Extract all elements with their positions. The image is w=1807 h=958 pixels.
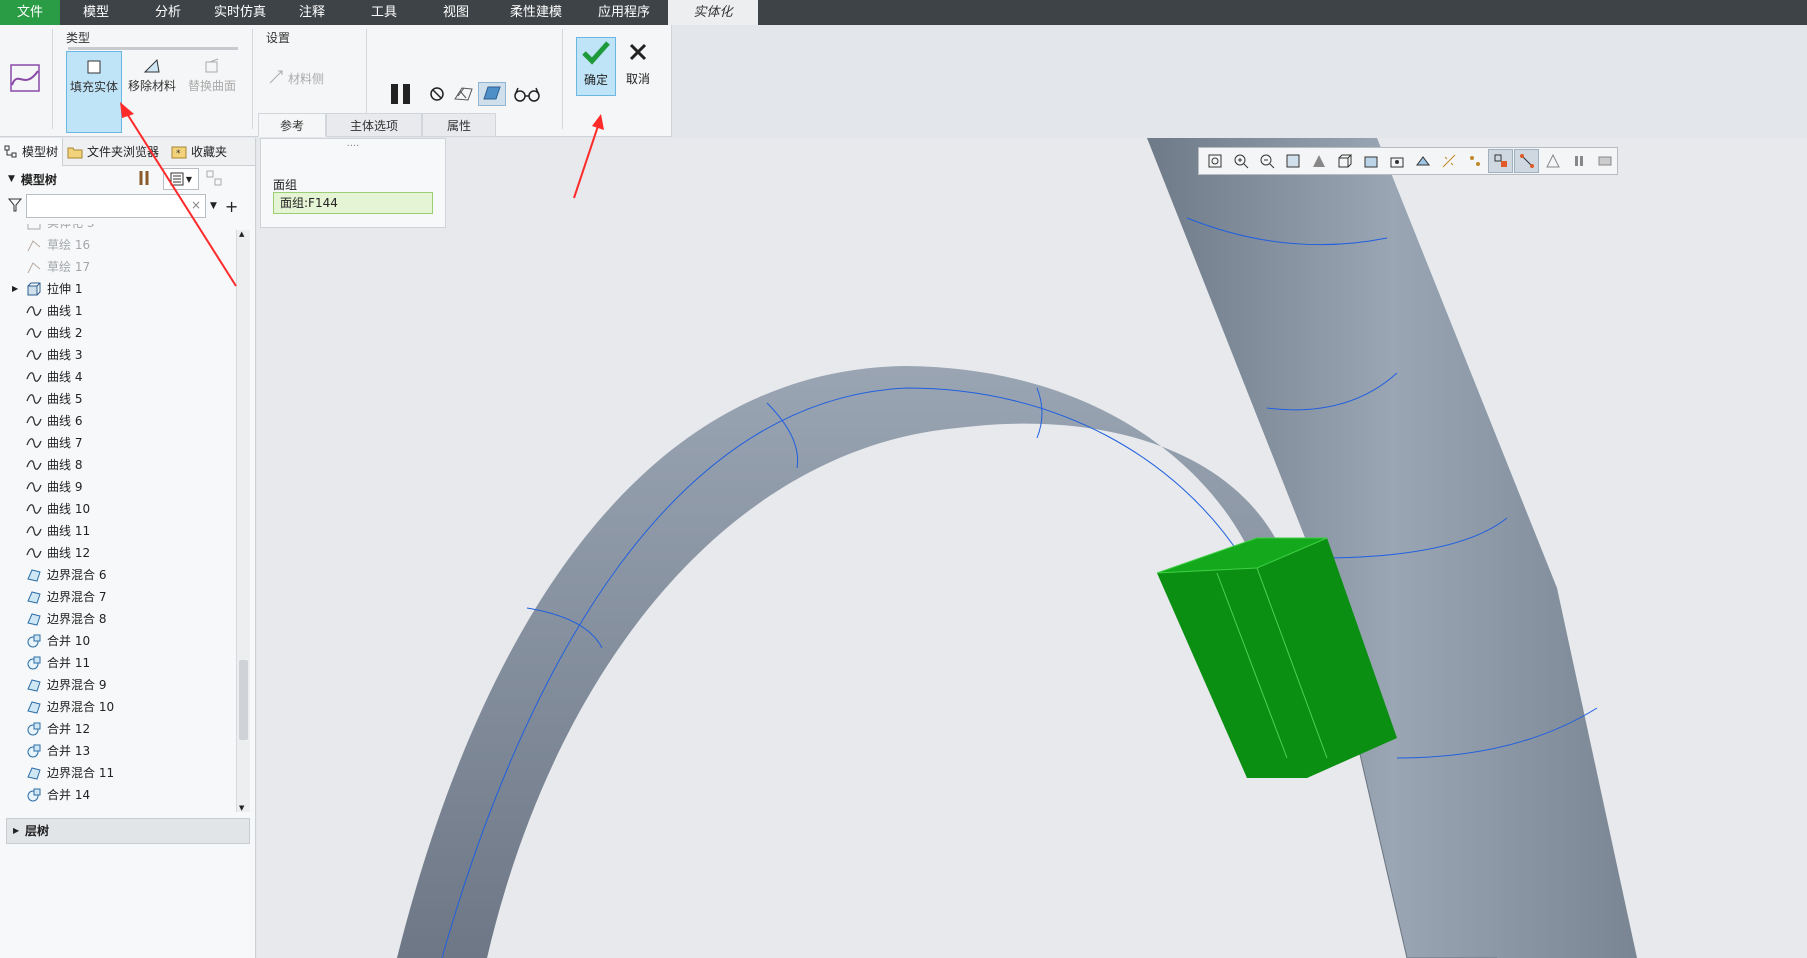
arrow-to-fill-solid [125, 111, 237, 287]
arrow-to-ok [573, 125, 599, 199]
arrowhead-ok [592, 114, 604, 130]
annotation-arrows [120, 102, 604, 287]
arrowhead-fill-solid [120, 102, 134, 118]
